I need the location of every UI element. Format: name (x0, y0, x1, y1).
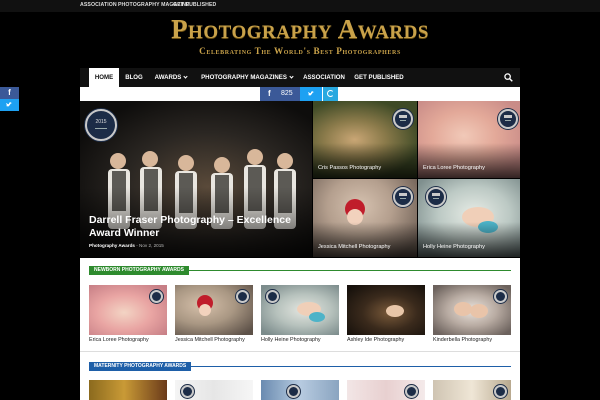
award-badge-icon (494, 385, 507, 398)
newborn-thumb[interactable] (433, 285, 511, 335)
newborn-section-heading[interactable]: NEWBORN PHOTOGRAPHY AWARDS (89, 266, 189, 275)
nav-association[interactable]: ASSOCIATION (300, 68, 348, 87)
award-badge-year: 2015 (95, 119, 107, 125)
award-badge-icon (498, 109, 518, 129)
nav-blog[interactable]: BLOG (120, 68, 148, 87)
baby-photo (386, 305, 404, 317)
section-divider (80, 351, 520, 352)
maternity-thumb-image (89, 380, 167, 400)
newborn-thumb[interactable] (175, 285, 253, 335)
nav-home-label: HOME (94, 74, 114, 81)
twitter-share-button[interactable] (300, 87, 322, 101)
award-badge-icon (405, 385, 418, 398)
twitter-icon (5, 102, 13, 107)
newborn-thumb-caption[interactable]: Kinderbella Photography (433, 337, 492, 343)
featured-tile[interactable]: Cris Passos Photography (313, 101, 417, 178)
featured-tile-shade (313, 143, 417, 178)
nav-photography-magazines[interactable]: PHOTOGRAPHY MAGAZINES (195, 68, 299, 87)
featured-main-separator: - (136, 243, 138, 248)
maternity-thumb[interactable] (433, 380, 511, 400)
featured-tile-shade (418, 143, 520, 178)
maternity-thumb[interactable] (347, 380, 425, 400)
maternity-section-heading[interactable]: MATERNITY PHOTOGRAPHY AWARDS (89, 362, 192, 371)
award-badge-icon (426, 187, 446, 207)
award-badge-icon (236, 290, 249, 303)
main-nav: HOME BLOG AWARDS PHOTOGRAPHY MAGAZINES A… (80, 68, 520, 87)
award-badge-icon (150, 290, 163, 303)
featured-tile-caption: Jessica Mitchell Photography (318, 244, 391, 250)
maternity-thumb[interactable] (261, 380, 339, 400)
featured-tile[interactable]: Holly Heine Photography (418, 179, 520, 257)
maternity-thumb[interactable] (175, 380, 253, 400)
award-badge-icon: 2015 (85, 109, 117, 141)
newborn-thumb-caption[interactable]: Erica Loree Photography (89, 337, 149, 343)
loading-icon (323, 87, 338, 101)
featured-main-date: Nov 2, 2015 (139, 243, 164, 248)
award-badge-icon (266, 290, 279, 303)
nav-get-published-label: GET PUBLISHED (354, 74, 404, 81)
nav-association-label: ASSOCIATION (303, 74, 345, 81)
award-badge-icon (181, 385, 194, 398)
maternity-thumb-image (261, 380, 339, 400)
top-bar: ASSOCIATION PHOTOGRAPHY MAGAZINE GET PUB… (0, 0, 600, 12)
newborn-thumb-caption[interactable]: Holly Heine Photography (261, 337, 321, 343)
newborn-thumb[interactable] (89, 285, 167, 335)
site-logo-title[interactable]: Photography Awards (150, 14, 450, 45)
featured-tile-caption: Holly Heine Photography (423, 244, 485, 250)
facebook-share-button[interactable]: f 825 (260, 87, 300, 101)
facebook-icon: f (8, 88, 11, 97)
chevron-down-icon (289, 73, 294, 79)
featured-main-title[interactable]: Darrell Fraser Photography – Excellence … (89, 214, 319, 240)
featured-tile-caption: Erica Loree Photography (423, 165, 485, 171)
award-badge-icon (393, 187, 413, 207)
featured-tile-shade (313, 221, 417, 257)
featured-tile-shade (418, 221, 520, 257)
chevron-down-icon (183, 73, 188, 79)
site-logo-subtitle: Celebrating The World's Best Photographe… (199, 46, 401, 56)
twitter-icon (307, 91, 315, 96)
nav-blog-label: BLOG (125, 74, 143, 81)
newborn-thumb[interactable] (261, 285, 339, 335)
facebook-count: 825 (281, 90, 293, 97)
featured-tile-caption: Cris Passos Photography (318, 165, 382, 171)
nav-awards[interactable]: AWARDS (150, 68, 192, 87)
facebook-icon: f (268, 89, 271, 98)
featured-tile[interactable]: Jessica Mitchell Photography (313, 179, 417, 257)
search-icon[interactable] (504, 73, 513, 82)
nav-get-published[interactable]: GET PUBLISHED (353, 68, 405, 87)
award-badge-icon (393, 109, 413, 129)
side-twitter-button[interactable] (0, 99, 19, 111)
page: ASSOCIATION PHOTOGRAPHY MAGAZINE GET PUB… (0, 0, 600, 400)
top-link-association[interactable]: ASSOCIATION (80, 2, 117, 8)
nav-home[interactable]: HOME (89, 68, 119, 87)
newborn-thumb-caption[interactable]: Jessica Mitchell Photography (175, 337, 245, 343)
featured-main-meta: Photography Awards - Nov 2, 2015 (89, 243, 164, 248)
featured-main-category[interactable]: Photography Awards (89, 243, 135, 248)
featured-tile[interactable]: Erica Loree Photography (418, 101, 520, 178)
newborn-thumb[interactable] (347, 285, 425, 335)
award-badge-icon (494, 290, 507, 303)
newborn-thumb-caption[interactable]: Ashley Ide Photography (347, 337, 404, 343)
social-bar: f 825 (80, 87, 520, 101)
top-link-get-published[interactable]: GET PUBLISHED (173, 2, 216, 8)
nav-photography-magazines-label: PHOTOGRAPHY MAGAZINES (201, 74, 287, 81)
nav-awards-label: AWARDS (154, 74, 182, 81)
maternity-thumb[interactable] (89, 380, 167, 400)
award-badge-icon (287, 385, 300, 398)
side-facebook-button[interactable]: f (0, 87, 19, 99)
